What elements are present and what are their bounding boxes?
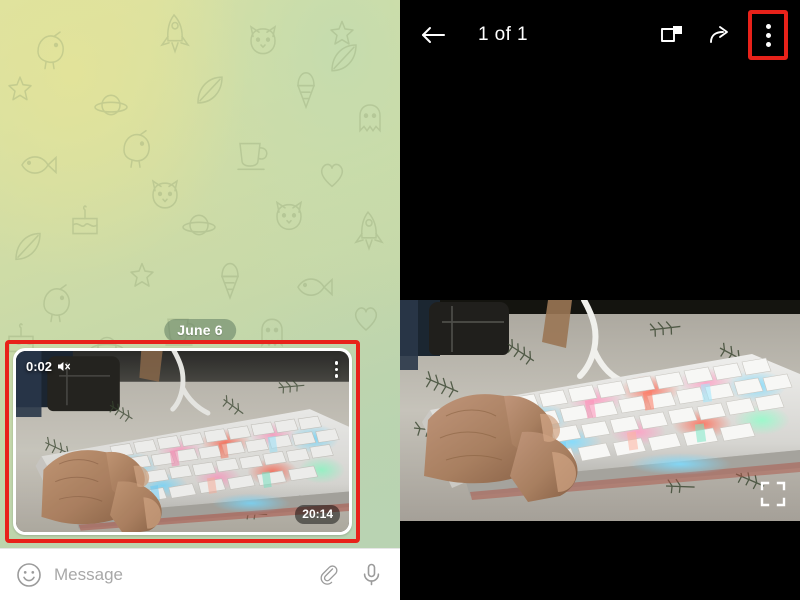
date-separator: June 6 <box>164 319 236 342</box>
message-input[interactable] <box>54 564 304 585</box>
smiley-icon[interactable] <box>16 562 42 588</box>
share-forward-icon <box>710 26 728 43</box>
media-counter: 1 of 1 <box>478 24 528 45</box>
message-composer <box>0 548 400 600</box>
back-arrow-icon <box>422 27 445 43</box>
microphone-icon[interactable] <box>359 562 384 587</box>
back-button[interactable] <box>410 24 456 46</box>
picture-in-picture-icon <box>661 26 682 42</box>
media-viewer-pane: 1 of 1 <box>400 0 800 600</box>
media-viewer-topbar: 1 of 1 <box>400 0 800 70</box>
kebab-dot-1 <box>765 23 771 29</box>
screenshot-root: June 6 0:02 20:14 Message 1 of 1 <box>0 0 800 600</box>
message-highlight-box <box>5 340 360 543</box>
more-options-button[interactable] <box>748 10 788 60</box>
kebab-dot-2 <box>765 32 771 38</box>
telegram-chat-pane: June 6 0:02 20:14 Message <box>0 0 400 600</box>
composer-actions <box>316 562 384 587</box>
video-player-frame <box>400 300 800 521</box>
share-button[interactable] <box>700 24 740 46</box>
picture-in-picture-button[interactable] <box>652 24 692 46</box>
fullscreen-expand-icon[interactable] <box>760 481 786 507</box>
kebab-dot-3 <box>765 41 771 47</box>
video-player-surface[interactable] <box>400 300 800 521</box>
paperclip-icon[interactable] <box>316 562 341 587</box>
